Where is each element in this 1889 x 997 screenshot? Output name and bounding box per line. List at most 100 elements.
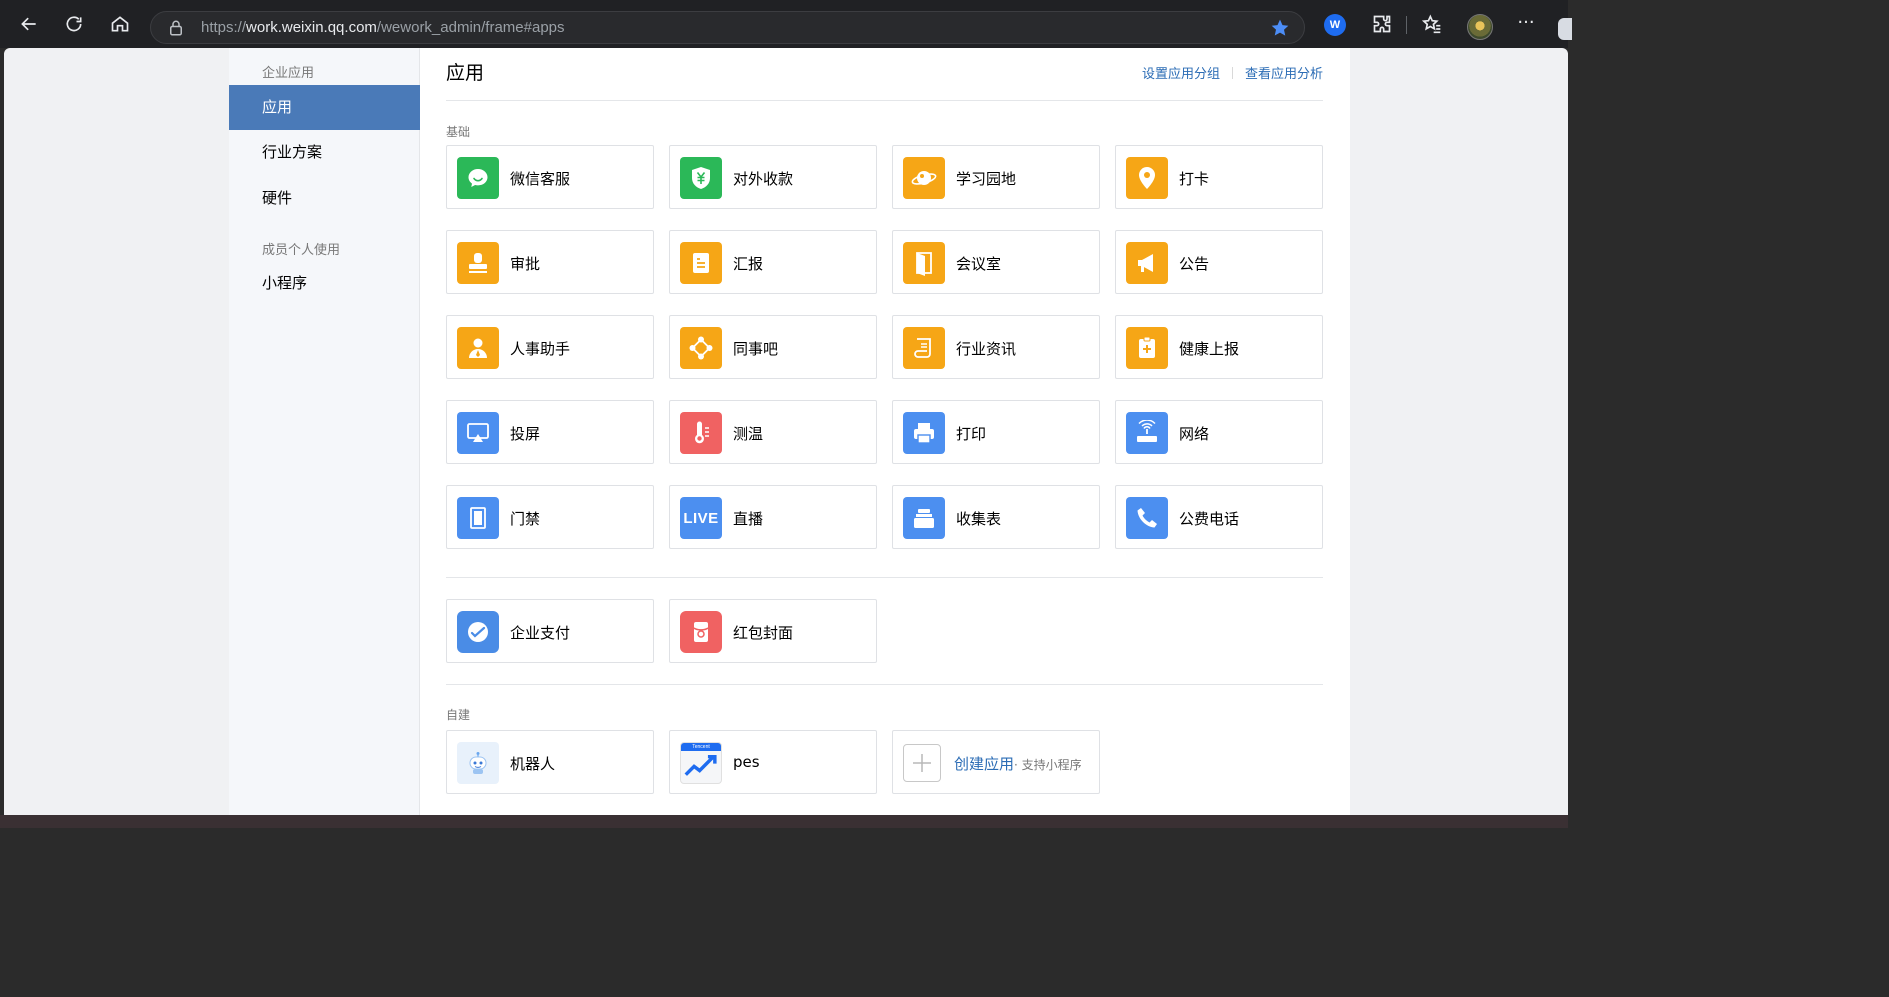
app-card-learning[interactable]: 学习园地 xyxy=(892,145,1100,209)
view-app-analysis-link[interactable]: 查看应用分析 xyxy=(1245,63,1323,82)
app-name: 微信客服 xyxy=(510,170,571,188)
app-name: 公告 xyxy=(1179,255,1210,273)
app-name: 打印 xyxy=(956,425,987,443)
robot-icon xyxy=(457,742,499,784)
location-pin-icon xyxy=(1126,157,1168,199)
collect-box-icon xyxy=(903,497,945,539)
page-title: 应用 xyxy=(446,62,485,84)
app-card-approval[interactable]: 审批 xyxy=(446,230,654,294)
app-card-announcement[interactable]: 公告 xyxy=(1115,230,1323,294)
app-card-print[interactable]: 打印 xyxy=(892,400,1100,464)
wepay-icon xyxy=(457,611,499,653)
app-name: 机器人 xyxy=(510,755,556,773)
profile-avatar[interactable] xyxy=(1467,14,1493,40)
app-card-robot[interactable]: 机器人 xyxy=(446,730,654,794)
access-door-icon xyxy=(457,497,499,539)
section-divider xyxy=(446,577,1323,578)
main-panel: 应用 设置应用分组 查看应用分析 基础 微信客服 对外收款 学习园地 打卡 审批… xyxy=(420,48,1350,815)
favorite-star-icon[interactable] xyxy=(1270,18,1290,38)
sidebar-item-apps[interactable]: 应用 xyxy=(229,85,420,130)
address-bar[interactable]: https://work.weixin.qq.com/wework_admin/… xyxy=(150,11,1305,44)
create-app-card[interactable]: 创建应用· 支持小程序 xyxy=(892,730,1100,794)
bottom-edge xyxy=(0,815,1568,828)
app-card-external-payment[interactable]: 对外收款 xyxy=(669,145,877,209)
app-card-checkin[interactable]: 打卡 xyxy=(1115,145,1323,209)
title-divider xyxy=(446,100,1323,101)
app-card-health-report[interactable]: 健康上报 xyxy=(1115,315,1323,379)
router-icon xyxy=(1126,412,1168,454)
url-text[interactable]: https://work.weixin.qq.com/wework_admin/… xyxy=(201,19,565,36)
app-card-pes[interactable]: Tencent pes xyxy=(669,730,877,794)
favorites-icon[interactable] xyxy=(1420,12,1444,36)
app-card-colleague-bar[interactable]: 同事吧 xyxy=(669,315,877,379)
person-icon xyxy=(457,327,499,369)
app-card-meeting-room[interactable]: 会议室 xyxy=(892,230,1100,294)
app-name: 收集表 xyxy=(956,510,1002,528)
app-card-enterprise-pay[interactable]: 企业支付 xyxy=(446,599,654,663)
app-name: 行业资讯 xyxy=(956,340,1017,358)
app-card-public-phone[interactable]: 公费电话 xyxy=(1115,485,1323,549)
screen-cast-icon xyxy=(457,412,499,454)
network-icon xyxy=(680,327,722,369)
tencent-badge: Tencent xyxy=(681,743,721,751)
app-name: 同事吧 xyxy=(733,340,779,358)
sidebar-group-personal: 成员个人使用 xyxy=(262,243,341,258)
megaphone-icon xyxy=(1126,242,1168,284)
create-app-link[interactable]: 创建应用 xyxy=(954,755,1014,773)
extensions-puzzle-icon[interactable] xyxy=(1370,12,1394,36)
create-app-label: 创建应用· 支持小程序 xyxy=(954,753,1082,774)
app-card-report[interactable]: 汇报 xyxy=(669,230,877,294)
extension-w-icon[interactable]: W xyxy=(1324,14,1346,36)
home-icon[interactable] xyxy=(108,12,132,36)
app-card-industry-news[interactable]: 行业资讯 xyxy=(892,315,1100,379)
app-card-red-packet-cover[interactable]: 红包封面 xyxy=(669,599,877,663)
section-label-basic: 基础 xyxy=(446,125,471,139)
thermometer-icon xyxy=(680,412,722,454)
printer-icon xyxy=(903,412,945,454)
app-card-network[interactable]: 网络 xyxy=(1115,400,1323,464)
app-name: 直播 xyxy=(733,510,764,528)
app-card-wechat-service[interactable]: 微信客服 xyxy=(446,145,654,209)
toolbar-divider xyxy=(1406,16,1407,34)
app-card-access-control[interactable]: 门禁 xyxy=(446,485,654,549)
scroll-icon xyxy=(903,327,945,369)
refresh-icon[interactable] xyxy=(62,12,86,36)
live-icon-text: LIVE xyxy=(683,509,719,527)
app-card-hr-assistant[interactable]: 人事助手 xyxy=(446,315,654,379)
sidebar: 企业应用 应用 行业方案 硬件 成员个人使用 小程序 xyxy=(229,48,420,815)
phone-icon xyxy=(1126,497,1168,539)
sidebar-group-enterprise: 企业应用 xyxy=(262,66,315,81)
app-card-live[interactable]: LIVE 直播 xyxy=(669,485,877,549)
set-app-group-link[interactable]: 设置应用分组 xyxy=(1142,63,1220,82)
plus-icon xyxy=(903,744,941,782)
browser-toolbar: https://work.weixin.qq.com/wework_admin/… xyxy=(0,0,1572,48)
sidebar-item-industry[interactable]: 行业方案 xyxy=(229,130,420,175)
sidebar-toggle-icon[interactable] xyxy=(1558,18,1572,40)
app-name: 对外收款 xyxy=(733,170,794,188)
health-clipboard-icon xyxy=(1126,327,1168,369)
lock-icon[interactable] xyxy=(167,19,185,37)
app-card-collect-form[interactable]: 收集表 xyxy=(892,485,1100,549)
page-viewport: 企业应用 应用 行业方案 硬件 成员个人使用 小程序 应用 设置应用分组 查看应… xyxy=(4,48,1568,815)
app-name: 红包封面 xyxy=(733,624,794,642)
app-name: 打卡 xyxy=(1179,170,1210,188)
header-links: 设置应用分组 查看应用分析 xyxy=(1142,63,1323,82)
app-name: 健康上报 xyxy=(1179,340,1240,358)
section-divider xyxy=(446,684,1323,685)
app-card-screen-cast[interactable]: 投屏 xyxy=(446,400,654,464)
more-menu-icon[interactable]: ··· xyxy=(1514,14,1538,36)
app-name: 投屏 xyxy=(510,425,541,443)
sidebar-item-miniprogram[interactable]: 小程序 xyxy=(229,261,420,306)
app-name: 测温 xyxy=(733,425,764,443)
admin-content: 企业应用 应用 行业方案 硬件 成员个人使用 小程序 应用 设置应用分组 查看应… xyxy=(229,48,1350,815)
app-card-temperature[interactable]: 测温 xyxy=(669,400,877,464)
app-name: 门禁 xyxy=(510,510,541,528)
create-app-sub: · 支持小程序 xyxy=(1014,758,1082,772)
app-name: 审批 xyxy=(510,255,541,273)
sidebar-item-hardware[interactable]: 硬件 xyxy=(229,176,420,221)
app-name: 学习园地 xyxy=(956,170,1017,188)
app-name: 企业支付 xyxy=(510,624,571,642)
wechat-service-icon xyxy=(457,157,499,199)
app-name: 网络 xyxy=(1179,425,1210,443)
back-icon[interactable] xyxy=(17,12,41,36)
